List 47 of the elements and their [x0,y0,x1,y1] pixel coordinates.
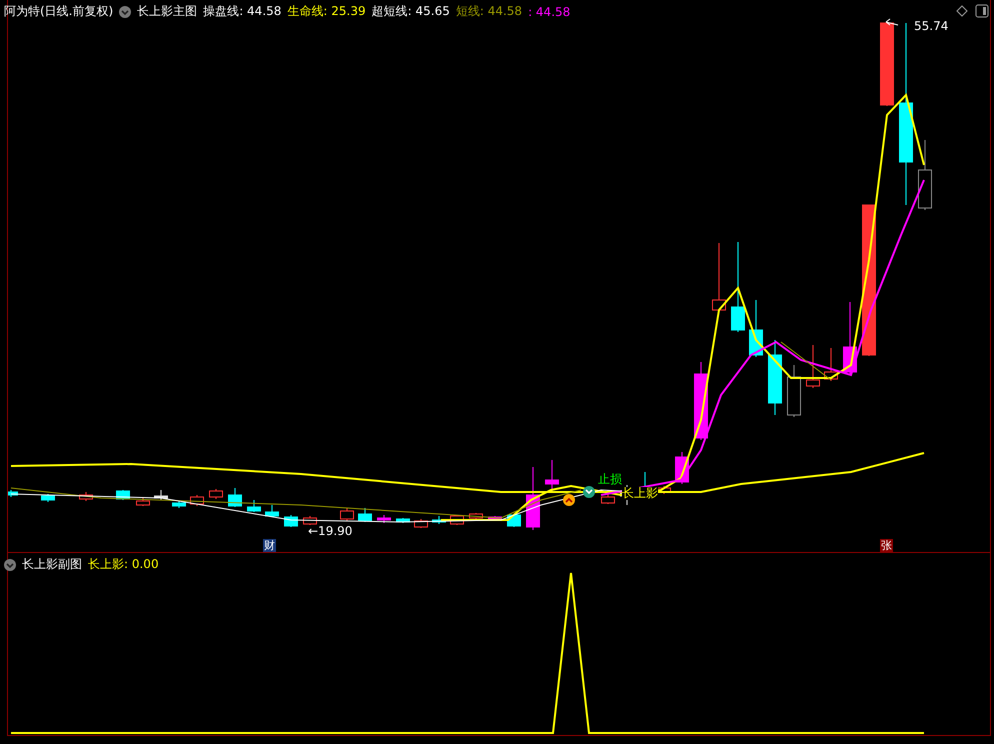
candlestick [787,364,801,418]
candlestick [172,500,186,508]
candlestick [41,494,55,502]
candlestick [340,508,354,522]
candlestick [136,498,150,506]
candlestick [190,494,204,506]
candlestick [469,512,483,520]
candlestick [358,508,372,522]
candlestick [209,488,223,500]
candlestick [432,516,446,524]
candlestick [154,490,168,500]
signal-label: 止损 [598,473,622,486]
candlestick [488,516,502,520]
candlestick [8,490,18,498]
candlestick [526,466,540,530]
candlestick [918,140,932,210]
indicator-name: 长上影主图 [137,3,198,20]
candlestick [265,504,279,518]
sell-signal-icon [563,494,575,506]
candlestick [247,500,261,512]
arrow-icon [886,18,898,26]
candlestick [712,242,726,312]
candlestick [806,344,820,388]
diamond-icon[interactable] [956,5,968,17]
signal-label: 长上影 [622,487,658,500]
panel-toggle-icon[interactable] [975,4,989,18]
candlestick [396,518,410,524]
buy-signal-icon [583,486,595,498]
event-badge: 财 [263,539,276,552]
indicator-reading: 短线: 44.58 [456,3,522,20]
dropdown-icon[interactable] [4,558,16,570]
indicator-reading: 长上影: 0.00 [88,556,159,573]
indicator-reading: 生命线: 25.39 [287,3,366,20]
event-badge: 张 [880,539,893,552]
candlestick [377,514,391,524]
price-label: 55.74 [914,20,948,33]
price-label: ←19.90 [308,525,352,538]
indicator-reading: : 44.58 [528,4,570,18]
candlestick [284,514,298,528]
indicator-name: 长上影副图 [22,556,82,573]
stock-title: 阿为特(日线.前复权) [4,3,114,20]
dropdown-icon[interactable] [119,6,132,18]
candlestick [824,348,838,382]
candlestick [228,488,242,508]
indicator-reading: 超短线: 45.65 [372,3,450,20]
indicator-reading: 操盘线: 44.58 [203,3,282,20]
candlestick [749,300,763,358]
